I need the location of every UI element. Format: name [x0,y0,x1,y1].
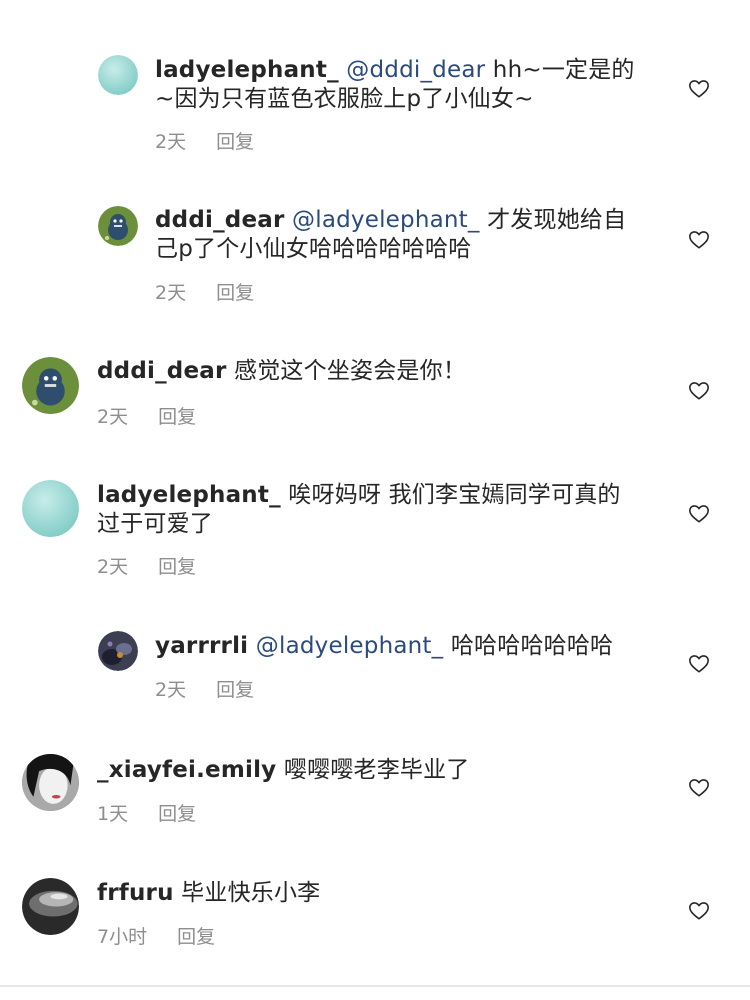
comment-username[interactable]: dddi_dear [155,207,285,233]
reply-button[interactable]: 回复 [177,926,215,948]
comment-time: 1天 [97,803,129,825]
comment-time: 2天 [155,282,187,304]
comment-text: 哈哈哈哈哈哈哈 [443,633,614,659]
comment-body: dddi_dear @ladyelephant_ 才发现她给自己p了个小仙女哈哈… [155,206,640,264]
avatar[interactable] [98,55,138,95]
avatar[interactable] [98,206,138,246]
comment-meta: 2天 回复 [155,131,254,153]
comment-time: 2天 [97,406,129,428]
comment-text: 毕业快乐小李 [173,880,321,906]
comment-time: 2天 [155,131,187,153]
comment-username[interactable]: yarrrrli [155,633,248,659]
comment-body: frfuru 毕业快乐小李 [97,879,640,908]
comment-username[interactable]: _xiayfei.emily [97,757,276,783]
comment-meta: 2天 回复 [97,406,196,428]
comment-body: ladyelephant_ @dddi_dear hh~一定是的~因为只有蓝色衣… [155,56,640,114]
comment-mention[interactable]: @dddi_dear [346,57,485,83]
reply-button[interactable]: 回复 [158,406,196,428]
comment-text: 嘤嘤嘤老李毕业了 [276,757,470,783]
heart-outline-icon[interactable] [688,503,710,525]
comment-meta: 2天 回复 [97,556,196,578]
reply-button[interactable]: 回复 [158,556,196,578]
comment-mention[interactable]: @ladyelephant_ [256,633,444,659]
reply-button[interactable]: 回复 [216,131,254,153]
avatar[interactable] [22,480,79,537]
comment-text: 感觉这个坐姿会是你！ [226,358,467,384]
comment-time: 2天 [97,556,129,578]
heart-outline-icon[interactable] [688,777,710,799]
comment-body: dddi_dear 感觉这个坐姿会是你！ [97,357,640,386]
comment-username[interactable]: ladyelephant_ [155,57,339,83]
comment-body: ladyelephant_ 唉呀妈呀 我们李宝嫣同学可真的过于可爱了 [97,481,640,539]
comment-meta: 2天 回复 [155,679,254,701]
reply-button[interactable]: 回复 [216,679,254,701]
comment-time: 2天 [155,679,187,701]
heart-outline-icon[interactable] [688,78,710,100]
comment-meta: 7小时 回复 [97,926,215,948]
comment-meta: 1天 回复 [97,803,196,825]
reply-button[interactable]: 回复 [158,803,196,825]
heart-outline-icon[interactable] [688,380,710,402]
comment-body: _xiayfei.emily 嘤嘤嘤老李毕业了 [97,756,640,785]
comment-username[interactable]: ladyelephant_ [97,482,281,508]
heart-outline-icon[interactable] [688,229,710,251]
comment-time: 7小时 [97,926,148,948]
reply-button[interactable]: 回复 [216,282,254,304]
comment-mention[interactable]: @ladyelephant_ [292,207,480,233]
comment-body: yarrrrli @ladyelephant_ 哈哈哈哈哈哈哈 [155,632,640,661]
avatar[interactable] [22,357,79,414]
avatar[interactable] [22,878,79,935]
comment-username[interactable]: dddi_dear [97,358,227,384]
comment-meta: 2天 回复 [155,282,254,304]
divider [0,985,750,987]
previous-comment-fragment [100,0,220,2]
comments-screen: ladyelephant_ @dddi_dear hh~一定是的~因为只有蓝色衣… [0,0,750,1000]
avatar[interactable] [98,631,138,671]
avatar[interactable] [22,754,79,811]
heart-outline-icon[interactable] [688,900,710,922]
heart-outline-icon[interactable] [688,653,710,675]
comment-username[interactable]: frfuru [97,880,174,906]
